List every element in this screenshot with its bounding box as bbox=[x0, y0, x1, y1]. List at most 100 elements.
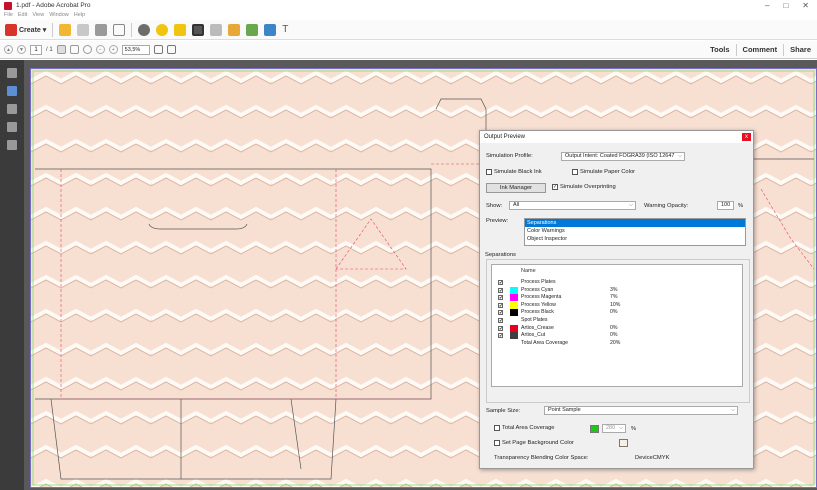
select-cursor-icon[interactable] bbox=[56, 45, 66, 54]
tac-value-dropdown[interactable]: 280 ⌵ bbox=[602, 424, 626, 433]
organize-pages-icon[interactable] bbox=[246, 23, 259, 36]
hand-tool-icon[interactable] bbox=[69, 45, 79, 54]
layers-icon[interactable] bbox=[7, 140, 17, 150]
fit-width-icon[interactable] bbox=[153, 45, 163, 54]
bookmarks-icon[interactable] bbox=[7, 86, 17, 96]
tac-color-swatch[interactable] bbox=[590, 424, 599, 433]
email-icon[interactable] bbox=[113, 23, 126, 36]
preview-listbox[interactable]: Separations Color Warnings Object Inspec… bbox=[524, 218, 746, 246]
page-number-input[interactable]: 1 bbox=[30, 44, 42, 55]
navigation-bar: ▲ ▼ 1 / 1 − + 53,5% Tools Comment Share bbox=[0, 41, 817, 59]
comment-link[interactable]: Comment bbox=[735, 44, 784, 56]
separation-row[interactable]: ✔ Process Yellow 10% bbox=[492, 301, 742, 309]
comment-bubble-icon[interactable] bbox=[156, 23, 169, 36]
simulate-paper-color-row[interactable]: Simulate Paper Color bbox=[572, 169, 635, 175]
sticky-note-icon[interactable] bbox=[174, 23, 187, 36]
preview-option-object-inspector[interactable]: Object Inspector bbox=[525, 235, 745, 243]
set-page-bg-row[interactable]: Set Page Background Color bbox=[494, 440, 574, 446]
simulate-overprinting-row[interactable]: ✓ Simulate Overprinting bbox=[552, 184, 616, 190]
total-area-coverage-checkbox[interactable] bbox=[494, 425, 500, 431]
output-preview-dialog: Output Preview x Simulation Profile: Out… bbox=[479, 130, 754, 469]
preview-option-separations[interactable]: Separations bbox=[525, 219, 745, 227]
ink-manager-button[interactable]: Ink Manager bbox=[486, 183, 546, 193]
maximize-button[interactable]: □ bbox=[783, 0, 788, 11]
warning-opacity-input[interactable]: 100 bbox=[717, 201, 734, 210]
separation-coverage: 7% bbox=[610, 294, 618, 301]
export-icon[interactable] bbox=[228, 23, 241, 36]
minimize-button[interactable]: – bbox=[765, 0, 769, 11]
open-folder-icon[interactable] bbox=[59, 23, 72, 36]
set-page-bg-checkbox[interactable] bbox=[494, 440, 500, 446]
close-window-button[interactable]: ✕ bbox=[802, 0, 809, 11]
separation-checkbox[interactable]: ✔ bbox=[498, 287, 503, 293]
share-link[interactable]: Share bbox=[783, 44, 817, 56]
separation-checkbox[interactable]: ✔ bbox=[498, 310, 503, 316]
zoom-tool-icon[interactable] bbox=[82, 45, 92, 54]
blending-value: DeviceCMYK bbox=[635, 455, 670, 461]
create-label: Create ▾ bbox=[19, 26, 47, 34]
zoom-level-input[interactable]: 53,5% bbox=[121, 44, 150, 55]
preview-option-color-warnings[interactable]: Color Warnings bbox=[525, 227, 745, 235]
tools-link[interactable]: Tools bbox=[704, 44, 735, 56]
separation-checkbox[interactable]: ✔ bbox=[498, 302, 503, 308]
separation-coverage: 0% bbox=[610, 324, 618, 331]
output-preview-icon[interactable] bbox=[192, 23, 205, 36]
separation-row[interactable]: Total Area Coverage 20% bbox=[492, 340, 742, 347]
print-icon[interactable] bbox=[95, 23, 108, 36]
page-thumbnails-icon[interactable] bbox=[7, 68, 17, 78]
separation-checkbox[interactable]: ✔ bbox=[498, 318, 503, 323]
separation-checkbox[interactable]: ✔ bbox=[498, 333, 503, 339]
show-row: Show: bbox=[486, 203, 502, 209]
simulate-overprinting-checkbox[interactable]: ✓ bbox=[552, 184, 558, 190]
menu-view[interactable]: View bbox=[32, 11, 44, 19]
menu-help[interactable]: Help bbox=[74, 11, 85, 19]
fit-page-icon[interactable] bbox=[166, 45, 176, 54]
page-bg-color-swatch[interactable] bbox=[619, 439, 628, 447]
warning-opacity-label: Warning Opacity: bbox=[644, 203, 689, 209]
name-column-header: Name bbox=[521, 268, 536, 274]
separations-table[interactable]: Name ✔ Process Plates ✔ Process Cyan 3% ✔ Proc… bbox=[491, 264, 743, 387]
separation-checkbox[interactable]: ✔ bbox=[498, 280, 503, 285]
stamp-icon[interactable] bbox=[264, 23, 277, 36]
separation-row[interactable]: ✔ Process Magenta 7% bbox=[492, 294, 742, 302]
show-dropdown[interactable]: All ⌵ bbox=[509, 201, 636, 210]
next-page-button[interactable]: ▼ bbox=[17, 45, 26, 54]
text-tool-icon[interactable]: T bbox=[282, 24, 288, 35]
dialog-close-button[interactable]: x bbox=[742, 133, 751, 141]
settings-gear-icon[interactable] bbox=[138, 23, 151, 36]
total-area-coverage-row[interactable]: Total Area Coverage bbox=[494, 425, 555, 431]
create-button[interactable]: Create ▾ bbox=[5, 23, 47, 36]
simulate-overprinting-label: Simulate Overprinting bbox=[560, 184, 616, 190]
separation-row[interactable]: ✔ Process Cyan 3% bbox=[492, 286, 742, 294]
menu-file[interactable]: File bbox=[4, 11, 13, 19]
blending-row: Transparency Blending Color Space: bbox=[494, 455, 589, 461]
simulate-paper-color-label: Simulate Paper Color bbox=[580, 169, 636, 175]
simulate-black-ink-row[interactable]: Simulate Black Ink bbox=[486, 169, 542, 175]
attachments-icon[interactable] bbox=[7, 104, 17, 114]
document-icon[interactable] bbox=[210, 23, 223, 36]
sample-size-dropdown[interactable]: Point Sample ⌵ bbox=[544, 406, 738, 415]
menu-edit[interactable]: Edit bbox=[18, 11, 27, 19]
dialog-title-bar[interactable]: Output Preview x bbox=[480, 131, 753, 143]
separation-row[interactable]: ✔ Spot Plates bbox=[492, 317, 742, 324]
simulate-paper-color-checkbox[interactable] bbox=[572, 169, 578, 175]
prev-page-button[interactable]: ▲ bbox=[4, 45, 13, 54]
menu-window[interactable]: Window bbox=[49, 11, 69, 19]
signatures-icon[interactable] bbox=[7, 122, 17, 132]
simulate-black-ink-checkbox[interactable] bbox=[486, 169, 492, 175]
separation-row[interactable]: ✔ Process Plates bbox=[492, 279, 742, 286]
separation-checkbox[interactable]: ✔ bbox=[498, 325, 503, 331]
zoom-in-button[interactable]: + bbox=[108, 45, 118, 54]
preview-label: Preview: bbox=[486, 218, 509, 224]
separation-checkbox[interactable]: ✔ bbox=[498, 295, 503, 301]
separation-row[interactable]: ✔ Artios_Crease 0% bbox=[492, 324, 742, 332]
zoom-out-button[interactable]: − bbox=[95, 45, 105, 54]
page-total: / 1 bbox=[46, 46, 53, 53]
sample-size-row: Sample Size: bbox=[486, 408, 520, 414]
separation-row[interactable]: ✔ Artios_Cut 0% bbox=[492, 332, 742, 340]
simulation-profile-dropdown[interactable]: Output Intent: Coated FOGRA39 (ISO 12647… bbox=[561, 152, 685, 161]
title-bar: 1.pdf - Adobe Acrobat Pro – □ ✕ bbox=[0, 0, 817, 11]
toolbar-divider bbox=[131, 22, 133, 37]
separation-row[interactable]: ✔ Process Black 0% bbox=[492, 309, 742, 317]
save-icon[interactable] bbox=[77, 23, 90, 36]
